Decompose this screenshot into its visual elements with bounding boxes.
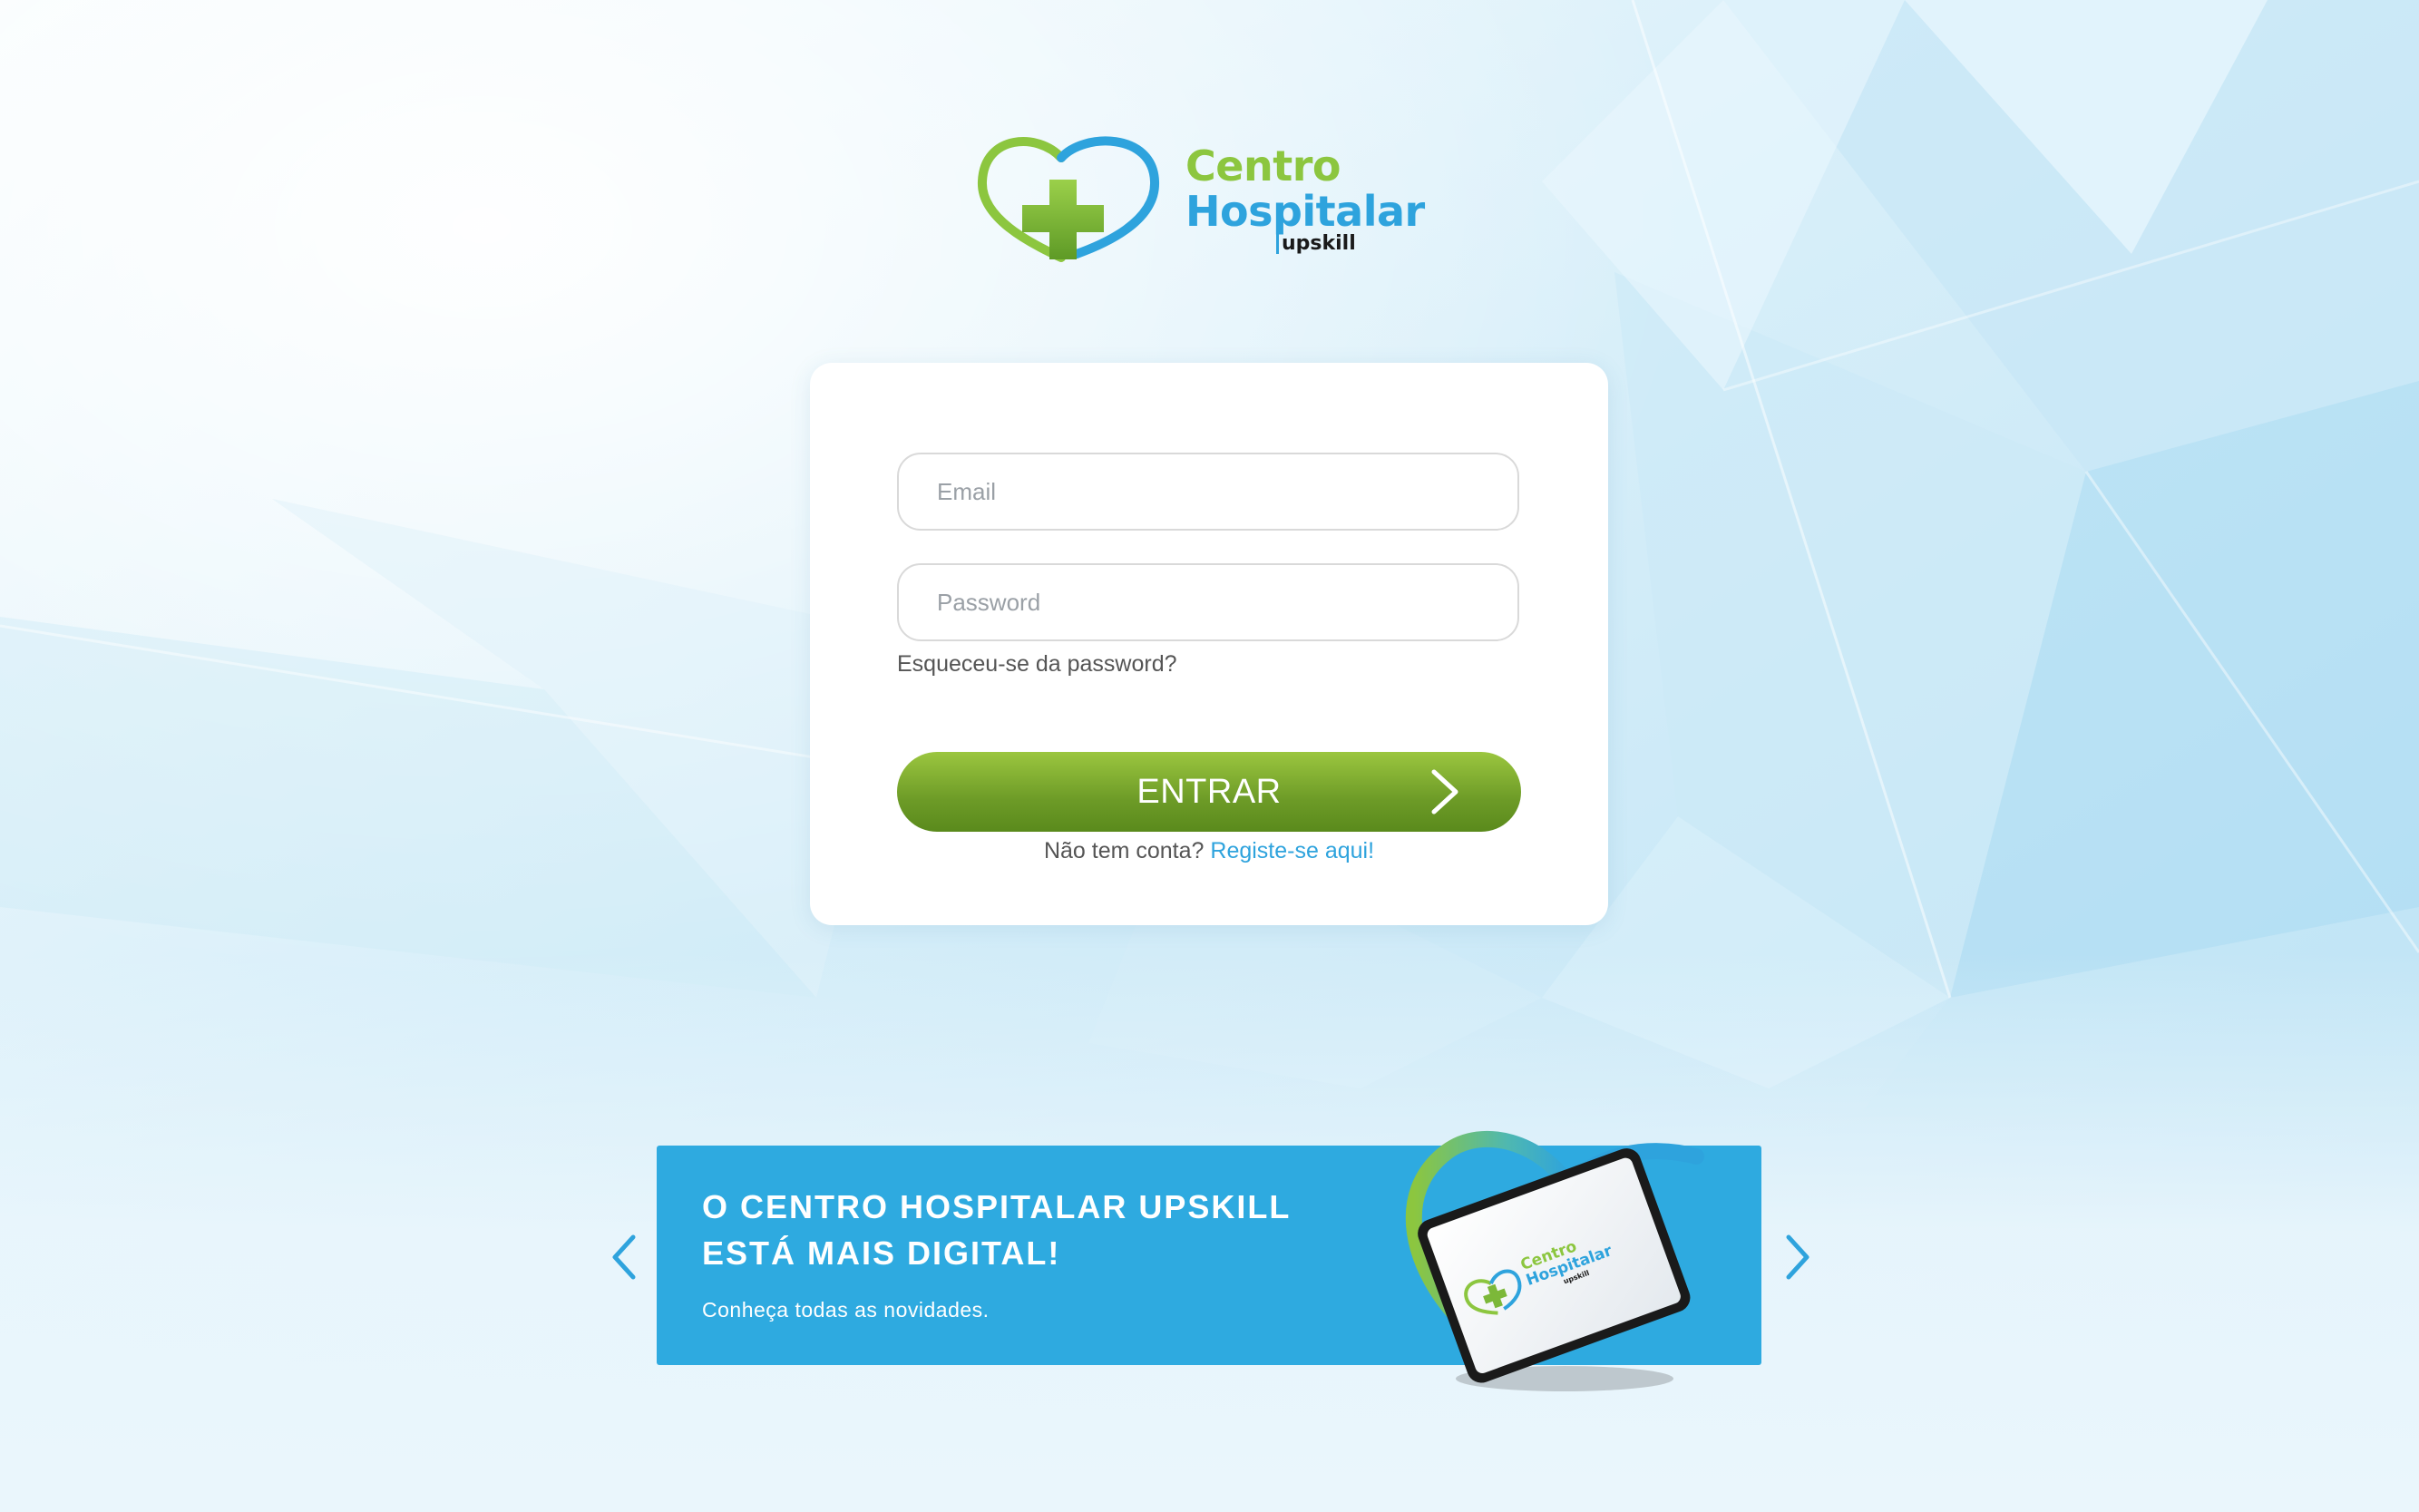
forgot-password-link[interactable]: Esqueceu-se da password? [897, 651, 1177, 678]
logo-text-centro: Centro [1185, 141, 1341, 190]
brand-logo: Centro Hospitalar upskill [975, 136, 1429, 272]
logo-text-hospitalar: Hospitalar [1185, 187, 1425, 236]
password-input[interactable] [897, 563, 1519, 641]
enter-button-label: ENTRAR [1136, 772, 1282, 811]
email-input[interactable] [897, 453, 1519, 531]
tablet-illustration: Centro Hospitalar upskill [1405, 1130, 1704, 1391]
register-link[interactable]: Registe-se aqui! [1210, 838, 1374, 863]
banner-subtitle: Conheça todas as novidades. [702, 1298, 990, 1322]
banner-title-line-1: O CENTRO HOSPITALAR UPSKILL [702, 1188, 1292, 1225]
register-row: Não tem conta? Registe-se aqui! [810, 838, 1608, 864]
logo-text-upskill: upskill [1282, 232, 1356, 255]
banner-title-line-2: ESTÁ MAIS DIGITAL! [702, 1234, 1061, 1272]
logo-divider [1276, 230, 1279, 254]
chevron-left-icon[interactable] [606, 1228, 642, 1286]
banner-title: O CENTRO HOSPITALAR UPSKILL ESTÁ MAIS DI… [702, 1184, 1355, 1276]
enter-button[interactable]: ENTRAR [897, 752, 1521, 832]
chevron-right-icon [1431, 769, 1458, 815]
login-card: Esqueceu-se da password? ENTRAR Não tem … [810, 363, 1608, 925]
no-account-text: Não tem conta? [1043, 838, 1205, 863]
heart-cross-logo-icon [978, 136, 1160, 262]
chevron-right-icon[interactable] [1780, 1228, 1816, 1286]
